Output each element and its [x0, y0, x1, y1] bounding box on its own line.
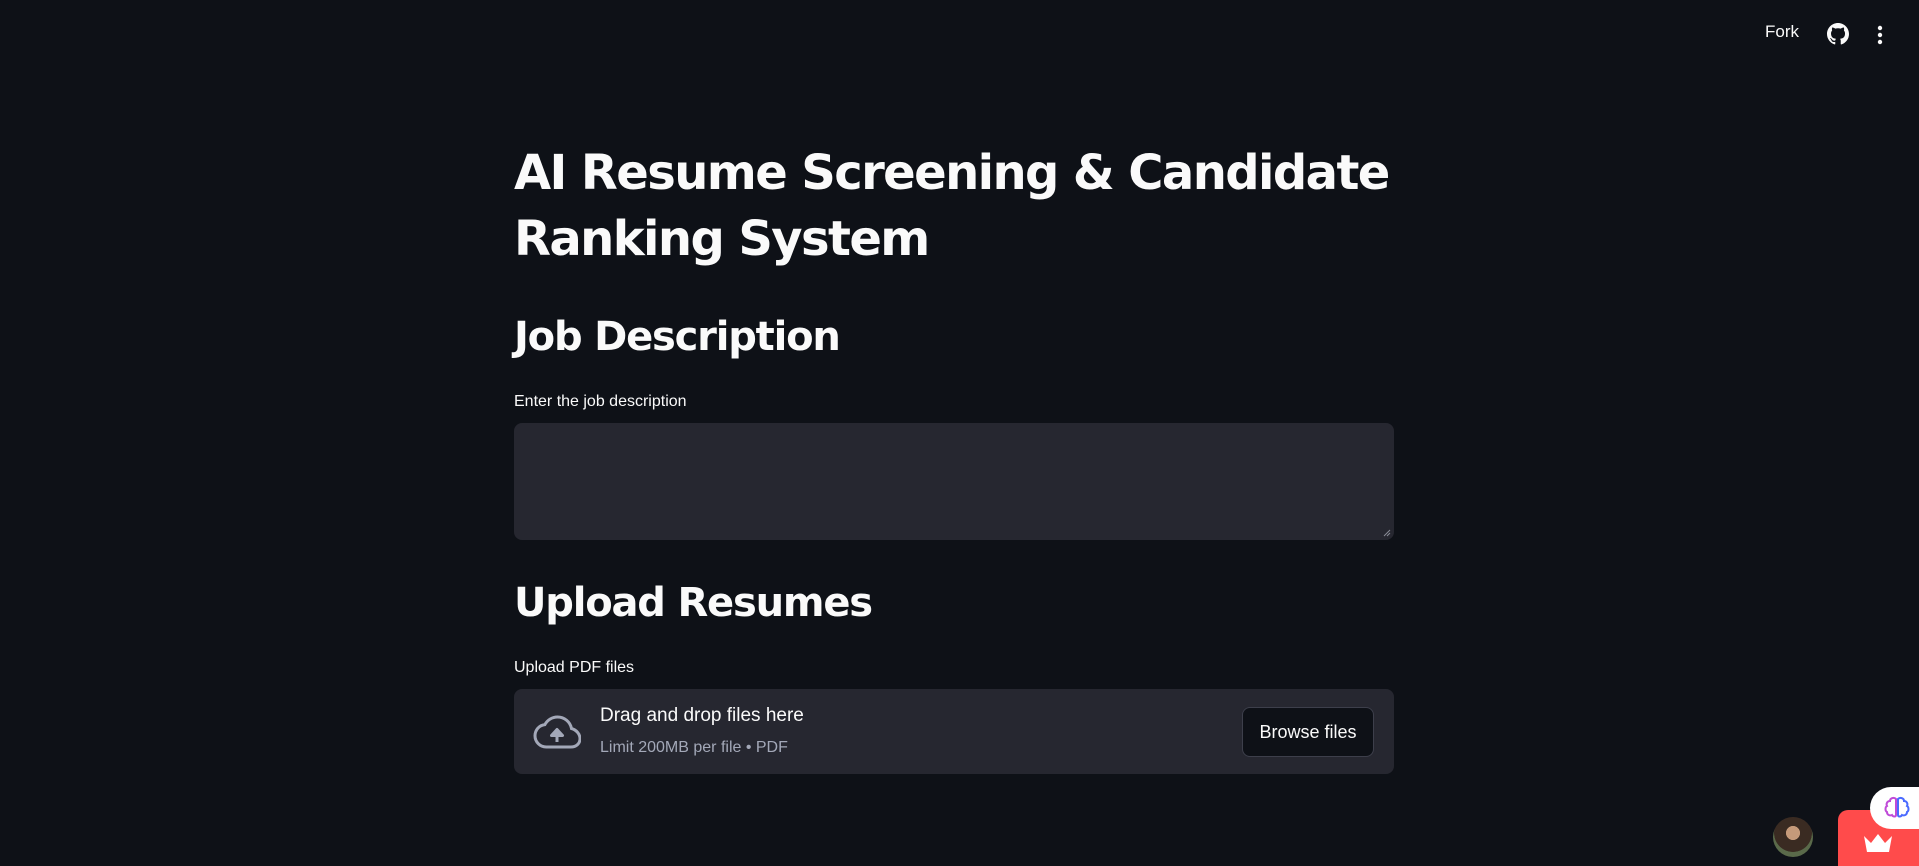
browse-files-button[interactable]: Browse files: [1242, 707, 1374, 757]
cloud-upload-icon: [533, 715, 581, 749]
github-icon[interactable]: [1827, 23, 1849, 45]
assistant-widget[interactable]: [1870, 787, 1919, 829]
job-description-label: Enter the job description: [514, 393, 687, 410]
avatar[interactable]: [1773, 817, 1813, 857]
upload-pdf-label: Upload PDF files: [514, 659, 635, 676]
brain-icon: [1884, 796, 1910, 818]
resize-handle-icon[interactable]: [1383, 529, 1391, 537]
crown-icon: [1864, 834, 1892, 852]
app-page: Fork AI Resume Screening & Candidate Ran…: [0, 0, 1919, 866]
job-description-input-wrapper: [514, 423, 1394, 540]
dropzone-title: Drag and drop files here: [600, 705, 804, 726]
page-title: AI Resume Screening & Candidate Ranking …: [514, 145, 1390, 267]
job-description-textarea[interactable]: [514, 423, 1394, 540]
fork-button[interactable]: Fork: [1765, 22, 1799, 42]
job-description-heading: Job Description: [514, 314, 841, 360]
file-dropzone[interactable]: Drag and drop files here Limit 200MB per…: [514, 689, 1394, 774]
dropzone-subtitle: Limit 200MB per file • PDF: [600, 739, 788, 756]
more-vertical-icon[interactable]: [1875, 24, 1885, 46]
upload-resumes-heading: Upload Resumes: [514, 580, 873, 626]
